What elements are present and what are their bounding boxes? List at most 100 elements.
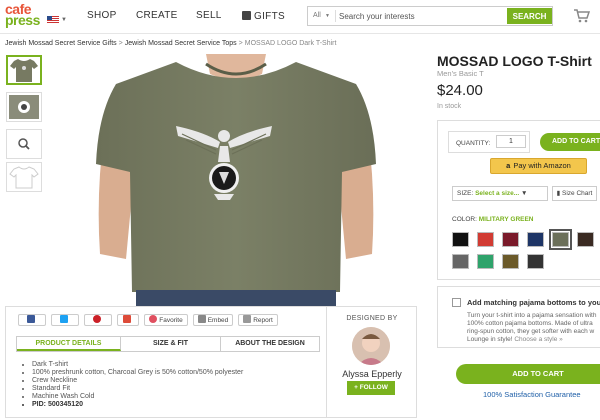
add-to-cart-button[interactable]: ADD TO CART xyxy=(540,133,600,151)
amazon-icon: a xyxy=(506,161,511,170)
nav-sell[interactable]: SELL xyxy=(196,10,222,21)
twitter-share-button[interactable] xyxy=(51,314,79,326)
nav-shop[interactable]: SHOP xyxy=(87,10,117,21)
cafepress-logo[interactable]: cafe press ▼ xyxy=(5,2,67,32)
chevron-down-icon[interactable]: ▼ xyxy=(61,17,67,23)
quantity-label: QUANTITY: xyxy=(456,140,491,147)
heart-icon xyxy=(149,315,158,323)
us-flag-icon[interactable] xyxy=(47,16,59,23)
embed-button[interactable]: Embed xyxy=(193,314,233,326)
zoom-icon xyxy=(18,138,30,150)
product-subtitle: Men's Basic T xyxy=(437,69,484,78)
logo-text-bottom: press xyxy=(5,12,40,28)
pinterest-share-button[interactable] xyxy=(84,314,112,326)
quantity-input[interactable]: 1 xyxy=(496,135,526,148)
thumbnail-design[interactable] xyxy=(6,92,42,122)
thumbnail-front[interactable] xyxy=(6,55,42,85)
designer-panel: DESIGNED BY Alyssa Epperly + FOLLOW xyxy=(327,306,417,418)
color-swatch[interactable] xyxy=(452,232,469,247)
thumbnail-zoom[interactable] xyxy=(6,129,42,159)
tab-about-design[interactable]: ABOUT THE DESIGN xyxy=(221,337,319,351)
report-button[interactable]: Report xyxy=(238,314,278,326)
list-item: Crew Neckline xyxy=(32,377,243,385)
pajama-checkbox[interactable] xyxy=(452,298,461,307)
list-item: Machine Wash Cold xyxy=(32,393,243,401)
breadcrumb-separator: > xyxy=(118,40,123,47)
color-swatch[interactable] xyxy=(549,229,572,250)
googleplus-share-button[interactable] xyxy=(117,314,139,326)
choose-style-link[interactable]: Choose a style » xyxy=(514,336,562,343)
color-swatch[interactable] xyxy=(502,254,519,269)
nav-gifts-label: GIFTS xyxy=(254,11,285,22)
pajama-description: Turn your t-shirt into a pajama sensatio… xyxy=(467,312,600,344)
cart-icon[interactable] xyxy=(574,9,590,23)
product-price: $24.00 xyxy=(437,82,483,99)
site-header: cafe press ▼ SHOP CREATE SELL GIFTS All … xyxy=(0,0,600,34)
breadcrumb-link[interactable]: Jewish Mossad Secret Service Tops xyxy=(125,40,237,47)
size-chart-label: Size Chart xyxy=(562,190,593,197)
search-divider xyxy=(335,10,336,22)
color-swatch[interactable] xyxy=(477,254,494,269)
pajama-title: Add matching pajama bottoms to your xyxy=(467,298,600,307)
favorite-label: Favorite xyxy=(159,317,183,324)
size-value: Select a size... xyxy=(475,190,520,197)
size-select[interactable]: SIZE: Select a size... ▼ xyxy=(452,186,548,201)
color-swatch[interactable] xyxy=(452,254,469,269)
gift-icon xyxy=(242,11,251,20)
search-button[interactable]: SEARCH xyxy=(507,8,552,24)
color-label-text: COLOR: xyxy=(452,216,477,223)
nav-gifts[interactable]: GIFTS xyxy=(242,10,285,22)
color-swatch[interactable] xyxy=(577,232,594,247)
pinterest-icon xyxy=(93,315,101,323)
product-title: MOSSAD LOGO T-Shirt xyxy=(437,53,592,69)
favorite-button[interactable]: Favorite xyxy=(144,314,188,326)
tshirt-image xyxy=(96,54,376,306)
color-swatch[interactable] xyxy=(527,232,544,247)
product-tabs: PRODUCT DETAILS SIZE & FIT ABOUT THE DES… xyxy=(16,336,320,352)
report-icon xyxy=(243,315,252,323)
color-label: COLOR: MILITARY GREEN xyxy=(452,216,534,223)
product-info-panel: Favorite Embed Report PRODUCT DETAILS SI… xyxy=(5,306,327,418)
tshirt-outline-icon xyxy=(9,166,39,189)
size-chart-button[interactable]: ▮ Size Chart xyxy=(552,186,597,201)
chevron-down-icon: ▼ xyxy=(520,190,528,197)
color-swatch[interactable] xyxy=(502,232,519,247)
googleplus-icon xyxy=(123,315,131,323)
avatar[interactable] xyxy=(352,327,390,365)
tab-product-details[interactable]: PRODUCT DETAILS xyxy=(17,337,121,351)
designed-by-heading: DESIGNED BY xyxy=(346,315,398,322)
search-bar: All ▼ SEARCH xyxy=(307,6,553,26)
add-to-cart-bottom-button[interactable]: ADD TO CART xyxy=(456,364,600,384)
thumbnail-size[interactable] xyxy=(6,162,42,192)
facebook-icon xyxy=(27,315,35,323)
designer-name[interactable]: Alyssa Epperly xyxy=(327,369,417,379)
breadcrumb-link[interactable]: Jewish Mossad Secret Service Gifts xyxy=(5,40,117,47)
twitter-icon xyxy=(60,315,68,323)
breadcrumb: Jewish Mossad Secret Service Gifts > Jewis… xyxy=(5,40,336,47)
color-value: MILITARY GREEN xyxy=(478,216,534,223)
list-item: Standard Fit xyxy=(32,385,243,393)
color-swatch[interactable] xyxy=(477,232,494,247)
tab-size-fit[interactable]: SIZE & FIT xyxy=(121,337,221,351)
product-image[interactable] xyxy=(56,54,416,306)
add-to-cart-label: ADD TO CART xyxy=(512,369,564,378)
report-label: Report xyxy=(253,317,273,324)
list-item: Dark T-shirt xyxy=(32,361,243,369)
breadcrumb-separator: > xyxy=(238,40,243,47)
follow-button[interactable]: + FOLLOW xyxy=(347,381,395,395)
tshirt-thumbnail-image xyxy=(10,59,38,82)
stock-status: In stock xyxy=(437,103,462,110)
satisfaction-guarantee-link[interactable]: 100% Satisfaction Guarantee xyxy=(483,390,581,399)
amazon-label: Pay with Amazon xyxy=(513,161,571,170)
search-input[interactable] xyxy=(339,9,499,23)
product-id: PID: 500345120 xyxy=(32,401,243,409)
chevron-down-icon: ▼ xyxy=(325,13,330,19)
facebook-share-button[interactable] xyxy=(18,314,46,326)
color-swatch[interactable] xyxy=(527,254,544,269)
embed-label: Embed xyxy=(207,317,229,324)
product-details-list: Dark T-shirt 100% preshrunk cotton, Char… xyxy=(26,361,243,409)
pay-with-amazon-button[interactable]: a Pay with Amazon xyxy=(490,158,587,174)
breadcrumb-current: MOSSAD LOGO Dark T-Shirt xyxy=(244,40,337,47)
search-scope-select[interactable]: All xyxy=(313,12,321,19)
nav-create[interactable]: CREATE xyxy=(136,10,178,21)
